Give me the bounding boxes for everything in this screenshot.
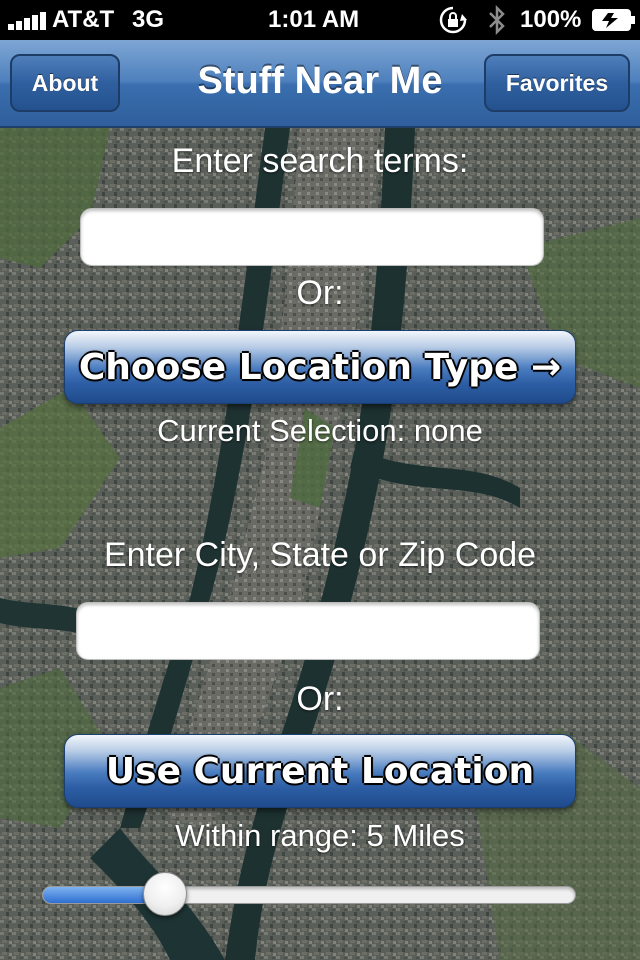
search-terms-input[interactable] bbox=[80, 208, 544, 266]
range-slider-track[interactable] bbox=[42, 886, 576, 904]
search-terms-label: Enter search terms: bbox=[171, 142, 469, 180]
choose-location-type-button[interactable]: Choose Location Type → bbox=[64, 330, 576, 404]
bluetooth-icon bbox=[489, 4, 505, 36]
status-time: 1:01 AM bbox=[268, 6, 360, 33]
city-state-zip-label: Enter City, State or Zip Code bbox=[103, 536, 537, 574]
about-button[interactable]: About bbox=[10, 54, 120, 112]
or-label-1: Or: bbox=[296, 274, 344, 312]
range-label: Within range: 5 Miles bbox=[175, 818, 465, 853]
battery-charging-icon bbox=[592, 9, 635, 31]
favorites-button[interactable]: Favorites bbox=[484, 54, 630, 112]
page-title: Stuff Near Me bbox=[197, 60, 443, 102]
navigation-bar: About Stuff Near Me Favorites bbox=[0, 40, 640, 128]
network-type: 3G bbox=[132, 6, 165, 33]
rotation-lock-icon bbox=[439, 6, 467, 34]
battery-percent: 100% bbox=[520, 6, 582, 33]
range-slider-thumb[interactable] bbox=[142, 872, 187, 916]
or-label-2: Or: bbox=[296, 680, 344, 718]
city-state-zip-input[interactable] bbox=[76, 602, 540, 660]
carrier-name: AT&T bbox=[52, 6, 115, 33]
current-selection-label: Current Selection: none bbox=[157, 413, 483, 448]
status-bar: AT&T 3G 1:01 AM 100% bbox=[0, 0, 640, 40]
use-current-location-button[interactable]: Use Current Location bbox=[64, 734, 576, 808]
signal-bars-icon bbox=[8, 10, 48, 30]
